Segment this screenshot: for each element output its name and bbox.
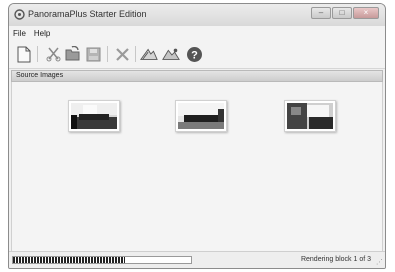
room-photo-image [287, 103, 333, 129]
resize-grip-icon[interactable]: ⋰ [376, 258, 383, 266]
progress-fill [13, 257, 126, 263]
open-button[interactable] [64, 45, 82, 63]
title-bar[interactable]: PanoramaPlus Starter Edition – □ × [9, 4, 385, 27]
cut-button[interactable] [45, 45, 63, 63]
room-photo-image [71, 103, 117, 129]
help-icon: ? [186, 46, 202, 62]
save-icon [86, 47, 100, 61]
minimize-button[interactable]: – [311, 7, 331, 19]
toolbar-separator [107, 46, 108, 62]
source-image-thumbnail[interactable] [175, 100, 227, 132]
close-button[interactable]: × [353, 7, 379, 19]
window-title: PanoramaPlus Starter Edition [28, 9, 147, 19]
save-button[interactable] [84, 45, 102, 63]
new-document-icon [17, 46, 31, 62]
maximize-button[interactable]: □ [332, 7, 352, 19]
toolbar-separator [37, 46, 38, 62]
stitch-auto-icon [162, 48, 180, 60]
svg-text:?: ? [191, 49, 198, 61]
new-document-button[interactable] [15, 45, 33, 63]
room-photo-image [178, 103, 224, 129]
status-bar: Rendering block 1 of 3 ⋰ [9, 251, 385, 268]
delete-button[interactable] [113, 45, 131, 63]
stitch-button[interactable] [140, 45, 158, 63]
source-image-thumbnail[interactable] [284, 100, 336, 132]
source-images-header: Source Images [11, 70, 383, 82]
cut-icon [46, 47, 61, 62]
status-text: Rendering block 1 of 3 [300, 256, 371, 263]
source-images-area[interactable] [11, 82, 383, 252]
menu-bar: File Help [9, 26, 385, 40]
source-image-thumbnail[interactable] [68, 100, 120, 132]
help-button[interactable]: ? [185, 45, 203, 63]
stitch-icon [140, 48, 158, 60]
app-icon [14, 9, 25, 20]
open-icon [65, 46, 80, 61]
menu-file[interactable]: File [9, 29, 30, 38]
toolbar: ? [9, 40, 385, 69]
menu-help[interactable]: Help [30, 29, 54, 38]
window-controls: – □ × [311, 7, 379, 19]
delete-icon [115, 47, 129, 61]
app-window: PanoramaPlus Starter Edition – □ × File … [8, 3, 386, 269]
stitch-auto-button[interactable] [162, 45, 180, 63]
rendering-progress-bar [12, 256, 192, 264]
toolbar-separator [135, 46, 136, 62]
